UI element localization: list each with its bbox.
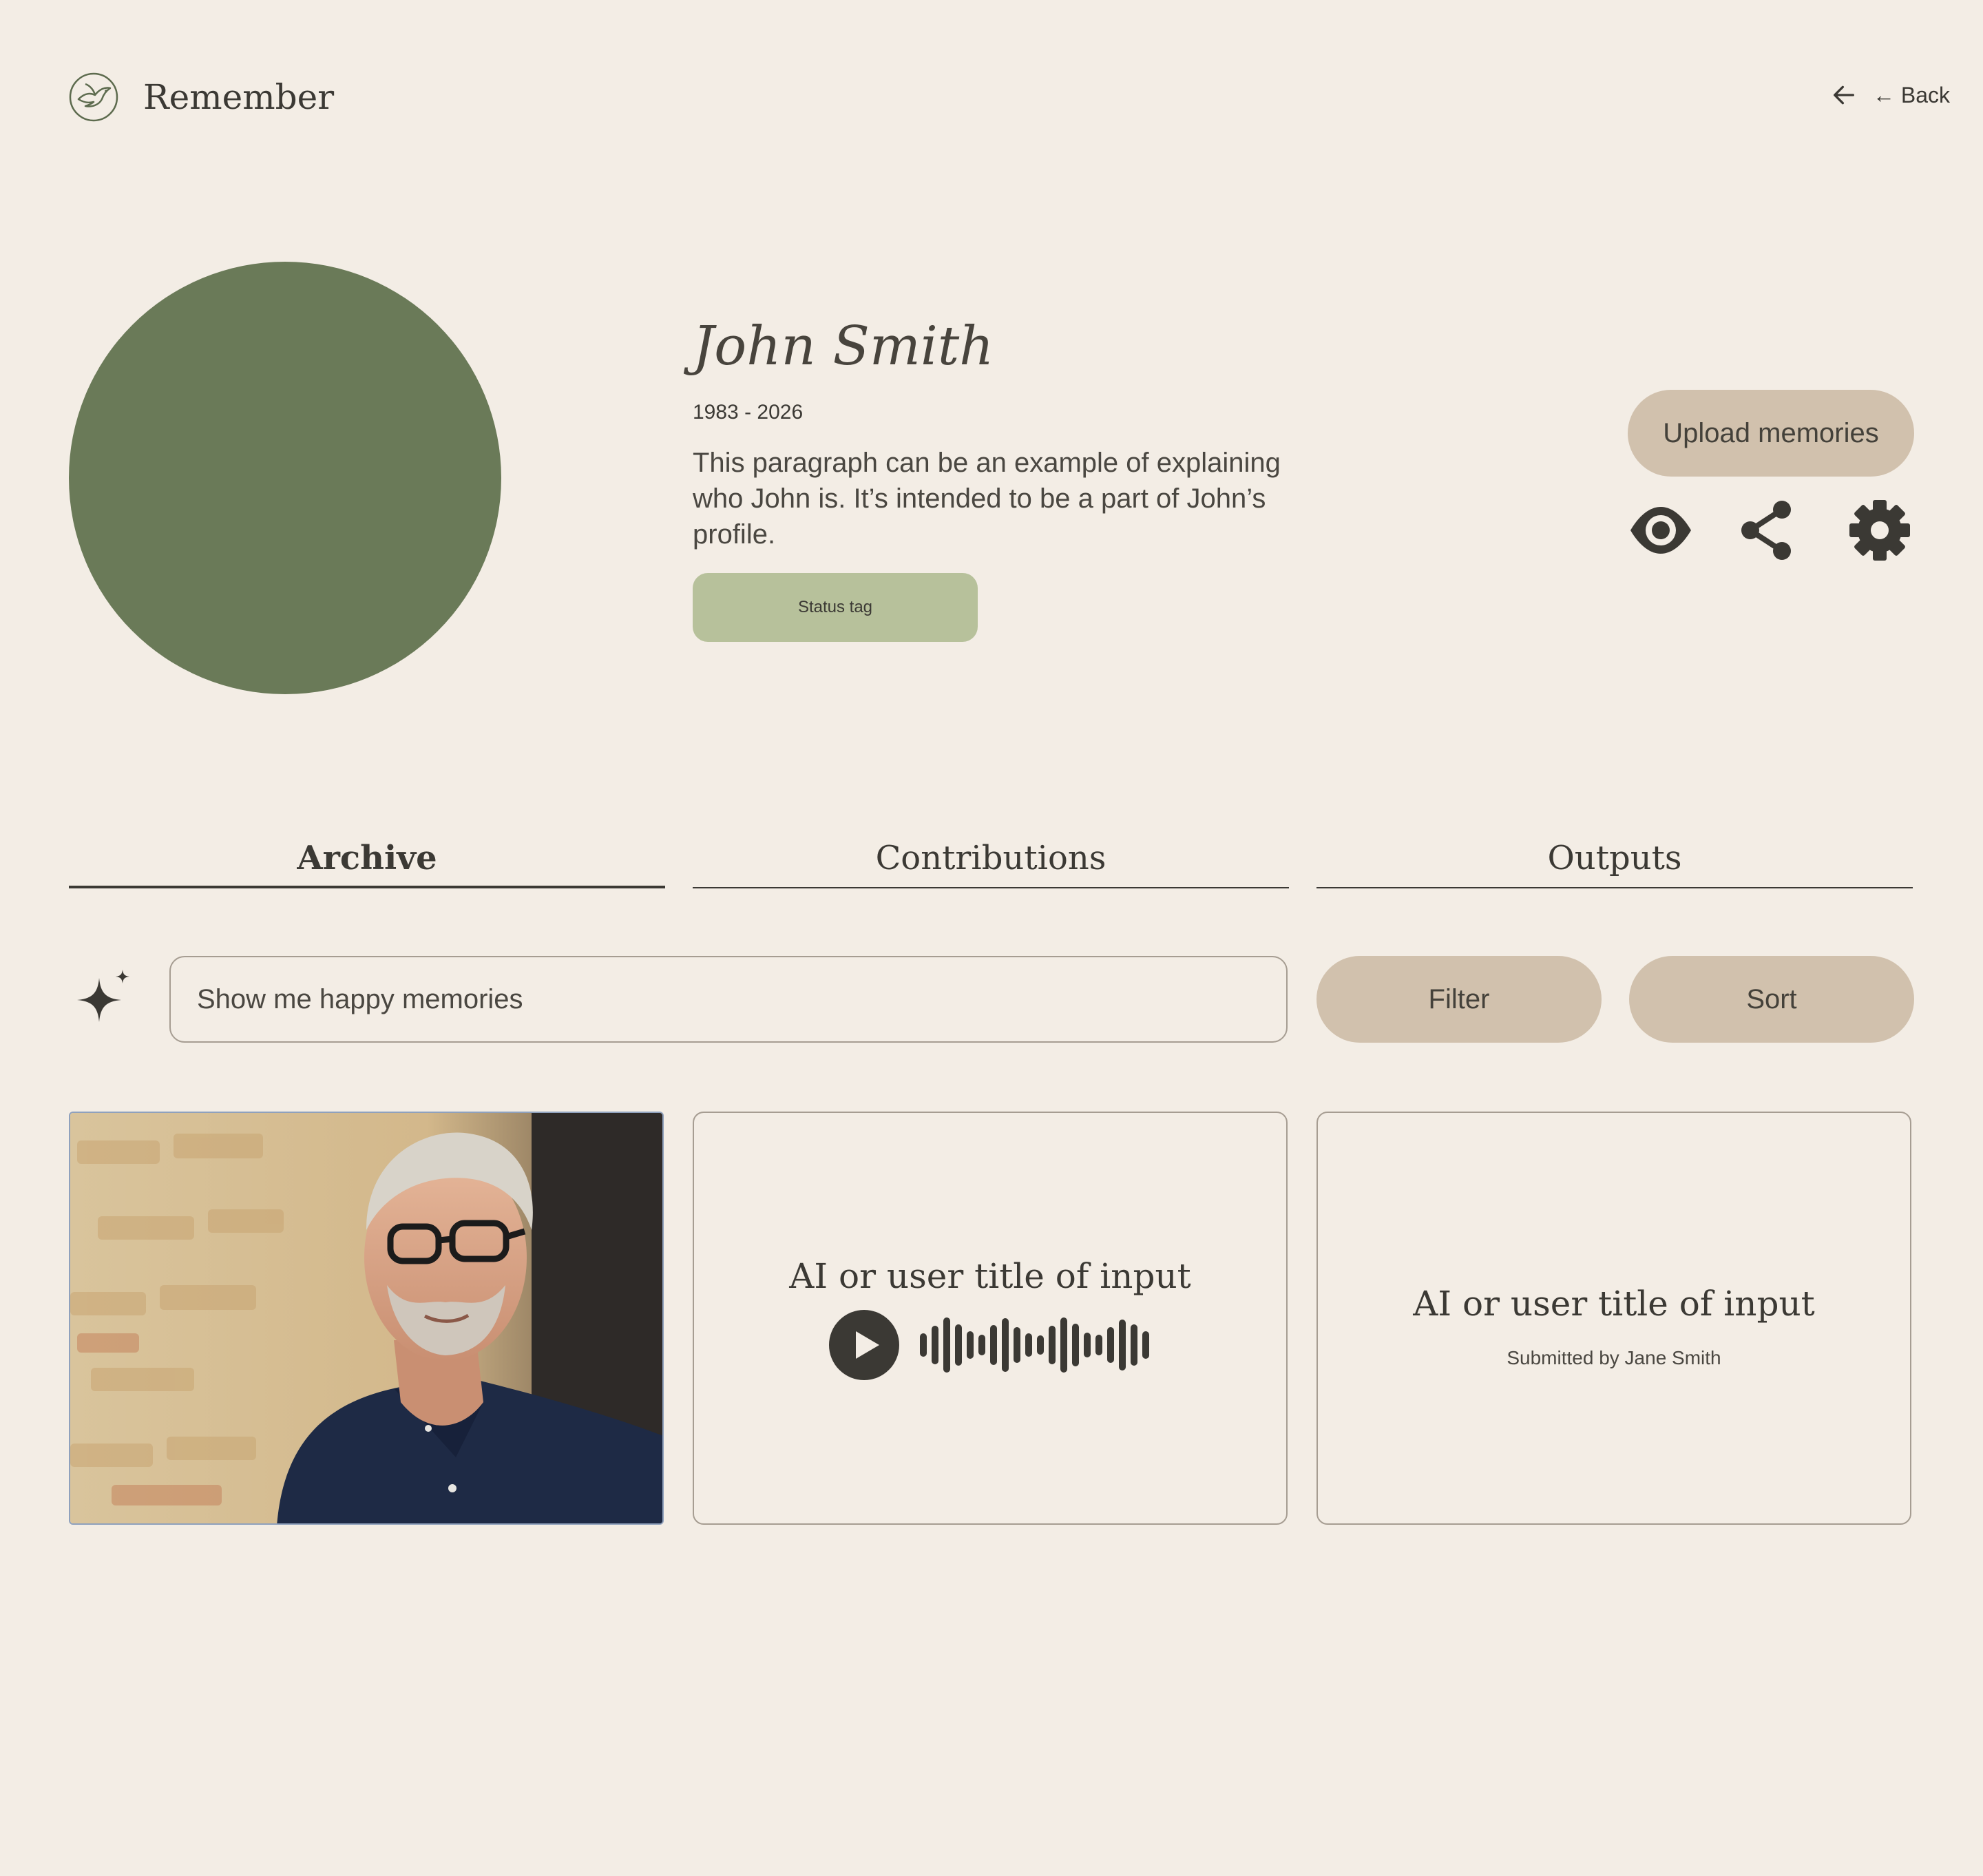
profile-years: 1983 - 2026 xyxy=(693,401,804,424)
profile-name: John Smith xyxy=(693,315,994,377)
card-title: AI or user title of input xyxy=(1413,1284,1815,1324)
status-tag: Status tag xyxy=(693,573,978,642)
play-icon xyxy=(856,1331,879,1359)
share-icon[interactable] xyxy=(1732,496,1801,565)
card-title: AI or user title of input xyxy=(789,1256,1191,1296)
play-button[interactable] xyxy=(829,1310,899,1380)
tab-contributions[interactable]: Contributions xyxy=(693,832,1289,888)
tab-outputs[interactable]: Outputs xyxy=(1316,832,1913,888)
upload-memories-button[interactable]: Upload memories xyxy=(1628,390,1914,477)
tab-label: Archive xyxy=(297,839,437,877)
tab-label: Outputs xyxy=(1547,839,1682,877)
arrow-left-icon xyxy=(1833,85,1854,105)
text-card[interactable]: AI or user title of input Submitted by J… xyxy=(1316,1112,1911,1525)
submitted-by: Submitted by Jane Smith xyxy=(1507,1347,1721,1368)
audio-card[interactable]: AI or user title of input xyxy=(693,1112,1288,1525)
brand-name: Remember xyxy=(143,77,335,117)
audio-player xyxy=(829,1310,1149,1380)
tab-label: Contributions xyxy=(875,839,1106,877)
gear-icon[interactable] xyxy=(1845,496,1914,565)
waveform xyxy=(920,1314,1149,1376)
tab-bar: Archive Contributions Outputs xyxy=(69,832,1914,888)
back-button[interactable]: ← Back xyxy=(1830,81,1950,109)
avatar xyxy=(69,262,501,694)
sort-button[interactable]: Sort xyxy=(1629,956,1914,1043)
eye-icon[interactable] xyxy=(1626,496,1695,565)
header: Remember ← Back xyxy=(69,69,1950,125)
photo-card[interactable] xyxy=(69,1112,664,1525)
portrait-photo xyxy=(70,1113,662,1523)
filter-button[interactable]: Filter xyxy=(1316,956,1602,1043)
search-input[interactable] xyxy=(169,956,1288,1043)
dove-icon[interactable] xyxy=(69,69,118,125)
profile-bio: This paragraph can be an example of expl… xyxy=(693,448,1281,550)
tab-archive[interactable]: Archive xyxy=(69,832,665,888)
sparkle-icon xyxy=(69,968,135,1030)
back-label: ← Back xyxy=(1872,82,1950,107)
